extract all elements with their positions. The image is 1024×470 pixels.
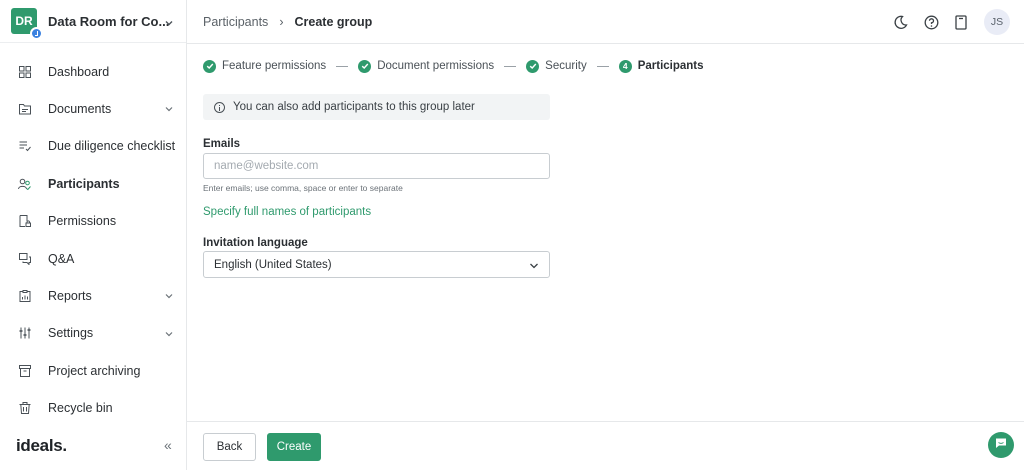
sidebar-item-label: Settings <box>48 326 94 341</box>
top-header: Participants › Create group JS <box>187 0 1024 44</box>
sidebar-item-dashboard[interactable]: Dashboard <box>0 53 186 90</box>
qa-icon <box>18 252 31 265</box>
step-divider <box>504 65 517 67</box>
sidebar-item-label: Reports <box>48 289 92 304</box>
emails-label: Emails <box>203 138 241 150</box>
step-label: Document permissions <box>377 60 495 72</box>
chevron-down-icon <box>164 290 174 304</box>
checklist-icon <box>18 140 31 153</box>
step-label: Security <box>545 60 587 72</box>
chevron-down-icon <box>164 15 174 33</box>
clock-icon <box>30 27 43 40</box>
project-name: Data Room for Co... <box>48 13 170 29</box>
trash-icon <box>18 402 31 415</box>
breadcrumb-participants[interactable]: Participants <box>203 15 268 29</box>
dashboard-icon <box>18 65 31 78</box>
chat-icon <box>995 436 1007 454</box>
sidebar-item-label: Q&A <box>48 251 75 266</box>
sidebar: DR Data Room for Co... Dashboard Documen… <box>0 0 187 470</box>
sidebar-item-settings[interactable]: Settings <box>0 315 186 352</box>
project-avatar: DR <box>11 8 43 40</box>
collapse-sidebar-icon[interactable]: « <box>164 437 172 453</box>
sidebar-item-label: Due diligence checklist <box>48 139 176 154</box>
sidebar-item-label: Dashboard <box>48 64 110 79</box>
emails-hint: Enter emails; use comma, space or enter … <box>203 183 403 193</box>
sidebar-item-recycle-bin[interactable]: Recycle bin <box>0 390 186 427</box>
sidebar-item-label: Participants <box>48 176 120 191</box>
sidebar-nav: Dashboard Documents Due diligence checkl… <box>0 53 186 427</box>
chat-support-button[interactable] <box>988 432 1014 458</box>
project-switcher[interactable]: DR Data Room for Co... <box>0 0 186 43</box>
info-text: You can also add participants to this gr… <box>233 101 475 113</box>
emails-input[interactable] <box>203 153 550 179</box>
sidebar-item-due-diligence[interactable]: Due diligence checklist <box>0 128 186 165</box>
back-button[interactable]: Back <box>203 433 256 461</box>
chevron-down-icon <box>164 103 174 117</box>
step-label: Feature permissions <box>222 60 327 72</box>
create-button[interactable]: Create <box>267 433 321 461</box>
info-banner: You can also add participants to this gr… <box>203 94 550 120</box>
project-initials: DR <box>15 14 33 28</box>
sidebar-item-participants[interactable]: Participants <box>0 165 186 202</box>
step-label: Participants <box>637 60 704 72</box>
step-document-permissions[interactable]: Document permissions <box>358 59 495 73</box>
step-divider <box>336 65 349 67</box>
step-feature-permissions[interactable]: Feature permissions <box>203 59 327 73</box>
check-icon <box>203 59 216 73</box>
chevron-down-icon <box>164 328 174 342</box>
sidebar-item-label: Permissions <box>48 214 117 229</box>
info-icon <box>214 101 225 113</box>
reports-icon <box>18 290 31 303</box>
notes-icon[interactable] <box>952 13 970 31</box>
sidebar-item-project-archiving[interactable]: Project archiving <box>0 352 186 389</box>
settings-icon <box>18 327 31 340</box>
invitation-language-label: Invitation language <box>203 237 308 249</box>
sidebar-item-label: Recycle bin <box>48 401 113 416</box>
step-divider <box>596 65 609 67</box>
specify-full-names-link[interactable]: Specify full names of participants <box>203 206 371 218</box>
participants-icon <box>18 177 31 190</box>
breadcrumb-separator: › <box>279 15 284 29</box>
step-security[interactable]: Security <box>526 59 587 73</box>
sidebar-item-permissions[interactable]: Permissions <box>0 203 186 240</box>
moon-icon[interactable] <box>891 13 909 31</box>
footer-bar: Back Create <box>187 421 1024 470</box>
ideals-logo: ideals. <box>16 436 67 455</box>
help-icon[interactable] <box>922 13 940 31</box>
sidebar-item-label: Documents <box>48 102 112 117</box>
selected-language: English (United States) <box>214 258 332 271</box>
step-participants: 4 Participants <box>618 59 704 73</box>
invitation-language-select[interactable]: English (United States) <box>203 251 550 278</box>
archive-icon <box>18 364 31 377</box>
sidebar-item-label: Project archiving <box>48 363 141 378</box>
page-title: Create group <box>294 15 373 29</box>
wizard-steps: Feature permissions Document permissions… <box>203 58 704 74</box>
sidebar-item-reports[interactable]: Reports <box>0 277 186 314</box>
user-avatar[interactable]: JS <box>984 9 1010 35</box>
documents-icon <box>18 103 31 116</box>
check-icon <box>358 59 372 73</box>
sidebar-item-documents[interactable]: Documents <box>0 90 186 127</box>
app-root: DR Data Room for Co... Dashboard Documen… <box>0 0 1024 470</box>
step-number: 4 <box>618 59 632 73</box>
sidebar-item-qa[interactable]: Q&A <box>0 240 186 277</box>
chevron-down-icon <box>529 261 539 274</box>
check-icon <box>526 59 540 73</box>
permissions-icon <box>18 215 31 228</box>
breadcrumb: Participants › Create group <box>203 15 372 29</box>
